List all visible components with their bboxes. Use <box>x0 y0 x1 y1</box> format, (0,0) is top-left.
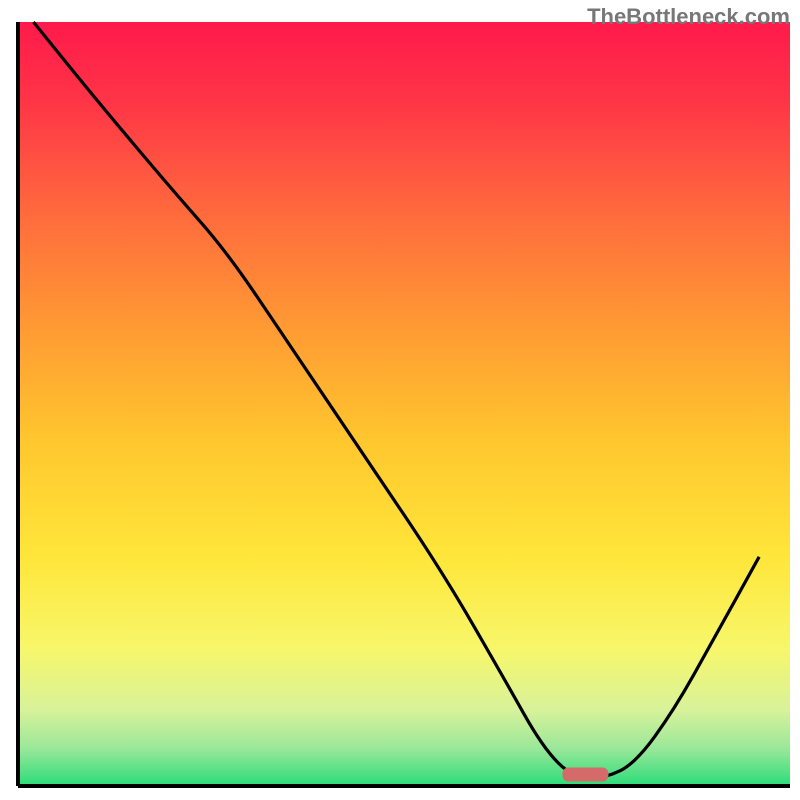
optimum-marker <box>562 768 608 782</box>
bottleneck-chart <box>0 0 800 800</box>
attribution-text: TheBottleneck.com <box>587 4 790 30</box>
plot-background <box>18 22 790 786</box>
